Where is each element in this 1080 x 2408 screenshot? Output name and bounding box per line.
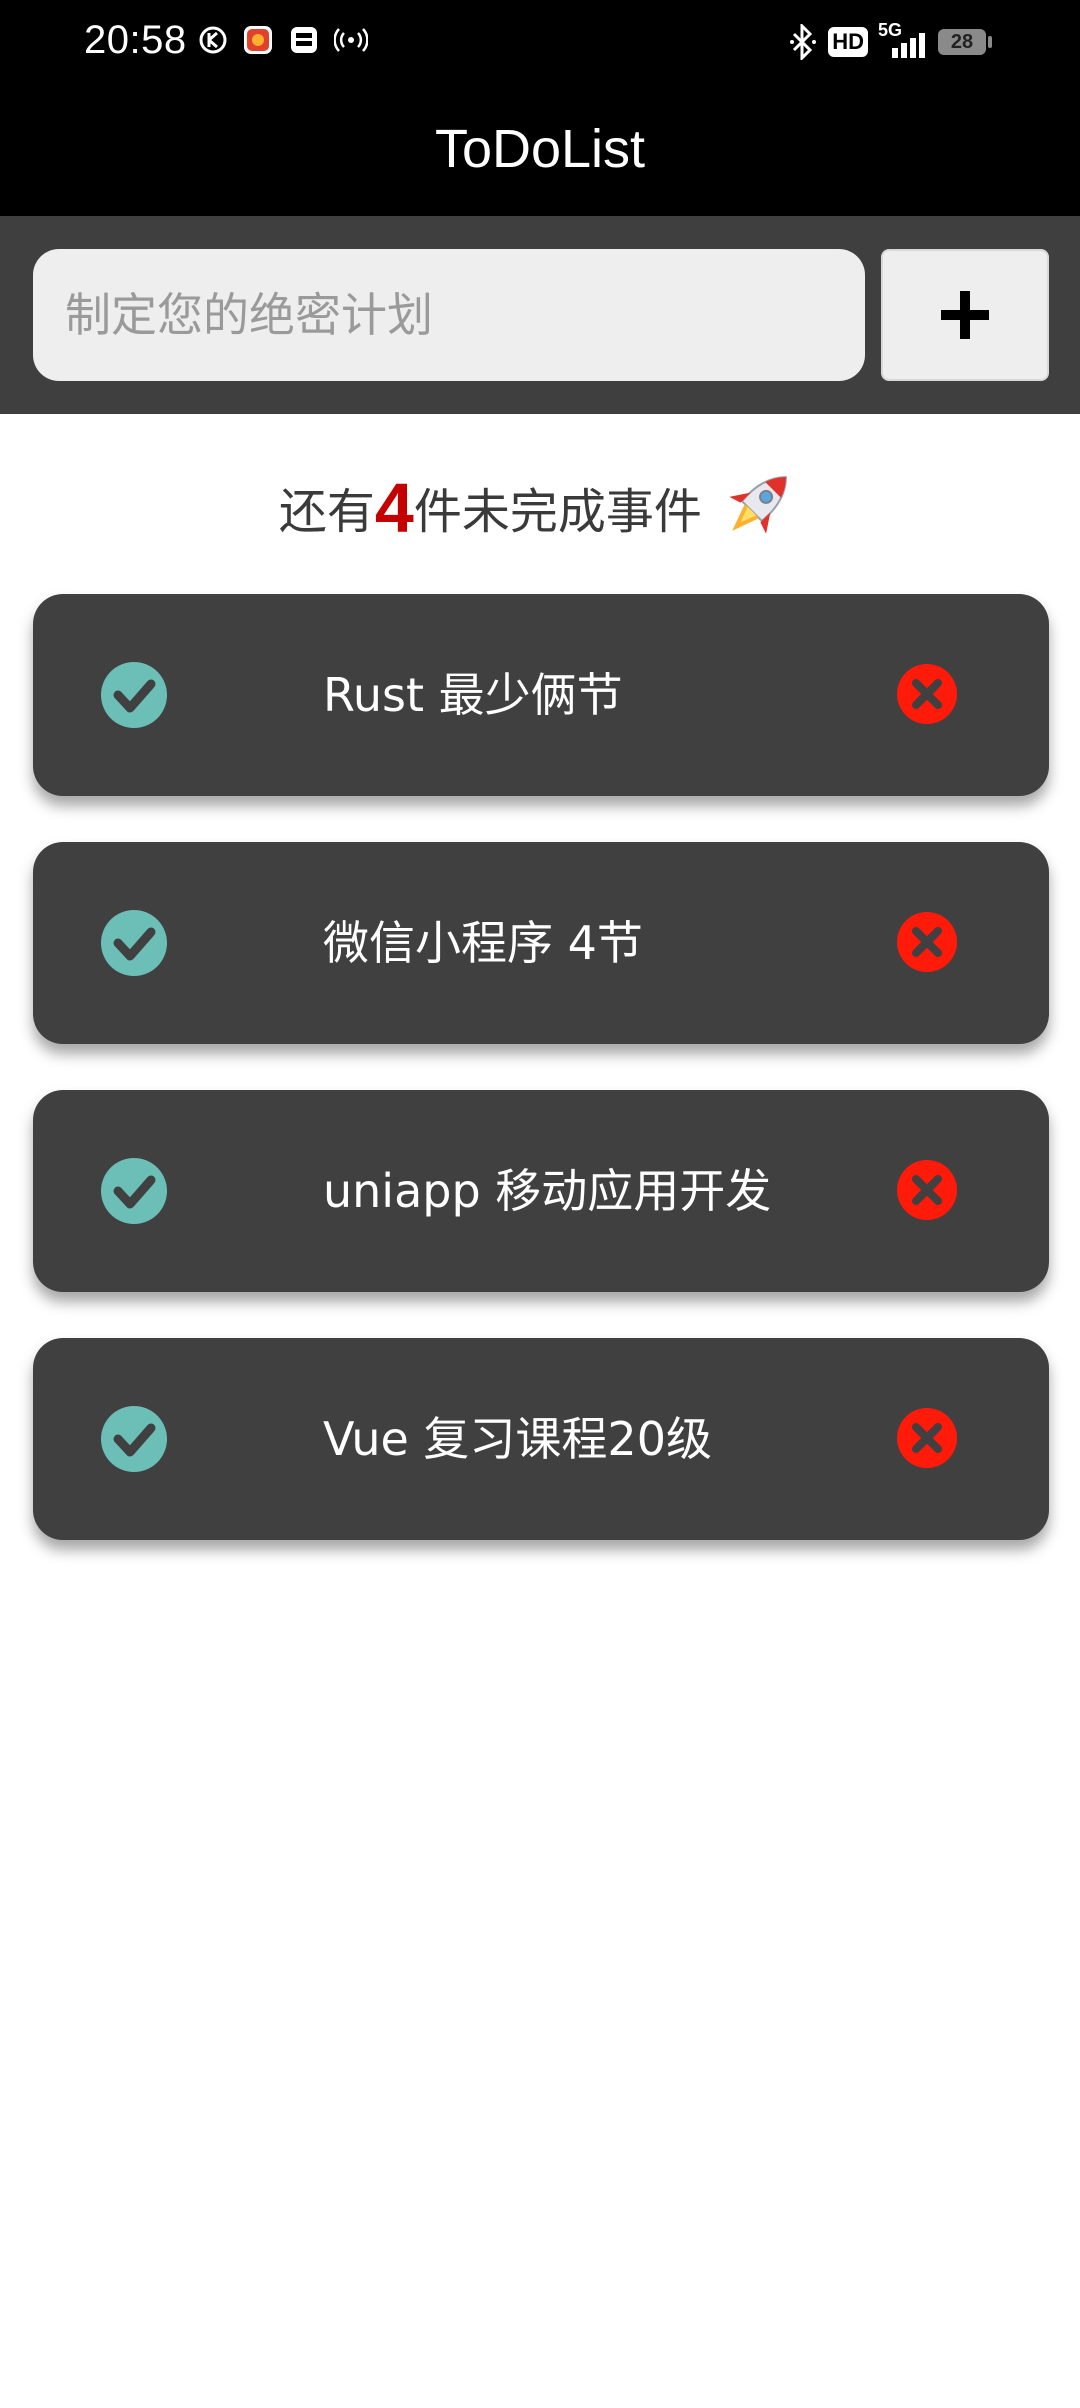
- rocket-icon: [729, 476, 787, 534]
- hd-badge: HD: [828, 27, 868, 57]
- bus-app-icon: [291, 27, 317, 53]
- task-item: Vue 复习课程20级: [33, 1338, 1049, 1540]
- summary-prefix: 还有: [278, 484, 375, 540]
- check-icon[interactable]: [101, 662, 167, 728]
- delete-icon[interactable]: [897, 1160, 957, 1220]
- k-app-icon: [199, 26, 227, 54]
- shopping-app-icon: [244, 26, 272, 54]
- top-bar: 20:58 HD 5G 28 ToDoList: [0, 0, 1080, 216]
- status-icons-left: [198, 24, 368, 56]
- check-icon[interactable]: [101, 1158, 167, 1224]
- battery-level: 28: [950, 31, 974, 53]
- pending-count: 4: [374, 469, 414, 547]
- hotspot-icon: [334, 28, 368, 52]
- delete-icon[interactable]: [897, 1408, 957, 1468]
- bluetooth-icon: [790, 24, 817, 60]
- plus-icon: [941, 291, 989, 339]
- status-time: 20:58: [84, 18, 187, 62]
- signal-indicator: 5G: [878, 20, 928, 60]
- check-icon[interactable]: [101, 1406, 167, 1472]
- input-panel: [0, 216, 1080, 414]
- pending-summary: 还有4件未完成事件: [0, 462, 1080, 552]
- task-item: Rust 最少俩节: [33, 594, 1049, 796]
- task-item: uniapp 移动应用开发: [33, 1090, 1049, 1292]
- signal-icon: [892, 33, 925, 58]
- delete-icon[interactable]: [897, 912, 957, 972]
- task-text: Vue 复习课程20级: [323, 1412, 712, 1466]
- status-icons-right: HD 5G 28: [788, 20, 994, 60]
- summary-suffix: 件未完成事件: [413, 484, 702, 540]
- task-item: 微信小程序 4节: [33, 842, 1049, 1044]
- battery-indicator: 28: [938, 27, 994, 57]
- task-text: Rust 最少俩节: [323, 668, 623, 722]
- app-title: ToDoList: [434, 119, 646, 179]
- add-button[interactable]: [881, 249, 1049, 381]
- plan-input[interactable]: [33, 249, 865, 381]
- delete-icon[interactable]: [897, 664, 957, 724]
- check-icon[interactable]: [101, 910, 167, 976]
- task-text: uniapp 移动应用开发: [323, 1164, 772, 1218]
- task-text: 微信小程序 4节: [323, 916, 643, 970]
